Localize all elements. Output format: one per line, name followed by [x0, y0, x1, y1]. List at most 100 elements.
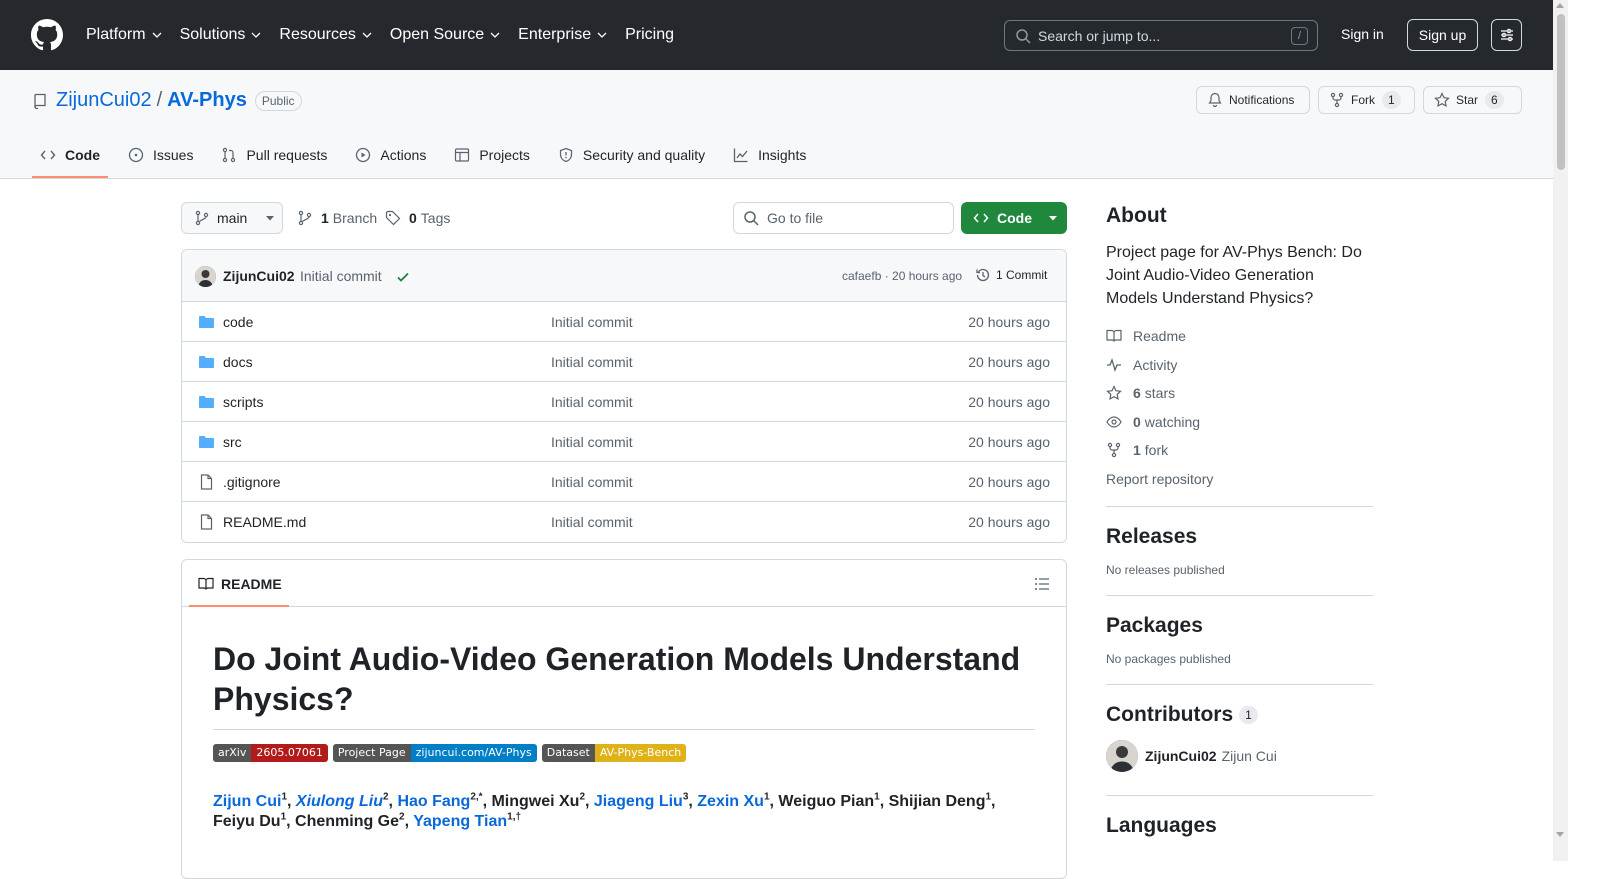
- nav-pricing[interactable]: Pricing: [625, 24, 674, 46]
- tags-link[interactable]: 0 Tags: [385, 210, 450, 226]
- releases-heading[interactable]: Releases: [1106, 525, 1373, 549]
- file-commit-message[interactable]: Initial commit: [551, 474, 633, 490]
- author-name[interactable]: Zijun Cui: [213, 793, 281, 810]
- file-commit-message[interactable]: Initial commit: [551, 314, 633, 330]
- tab-issues[interactable]: Issues: [120, 136, 201, 174]
- commit-author-link[interactable]: ZijunCui02: [223, 268, 295, 284]
- contributors-heading[interactable]: Contributors 1: [1106, 703, 1373, 727]
- nav-enterprise[interactable]: Enterprise: [518, 24, 608, 46]
- branches-link[interactable]: 1 Branch: [297, 210, 377, 226]
- sidebar-divider: [1106, 595, 1373, 596]
- report-repository-link[interactable]: Report repository: [1106, 471, 1213, 487]
- file-commit-message[interactable]: Initial commit: [551, 434, 633, 450]
- tag-icon: [385, 210, 401, 226]
- commit-hash-time[interactable]: cafaefb · 20 hours ago: [842, 269, 962, 283]
- author-name[interactable]: Zexin Xu: [697, 793, 764, 810]
- repo-owner-link[interactable]: ZijunCui02: [56, 89, 152, 112]
- fork-label: Fork: [1351, 93, 1375, 107]
- arxiv-badge[interactable]: arXiv 2605.07061: [213, 744, 328, 762]
- avatar[interactable]: [195, 266, 216, 287]
- file-name-link[interactable]: .gitignore: [223, 474, 281, 490]
- author-name[interactable]: Jiageng Liu: [594, 793, 683, 810]
- table-row[interactable]: code Initial commit 20 hours ago: [182, 302, 1066, 342]
- author-separator: ,: [688, 793, 698, 810]
- repo-name-link[interactable]: AV-Phys: [167, 89, 247, 112]
- badge-label: Project Page: [332, 744, 411, 762]
- readme-link[interactable]: Readme: [1106, 328, 1186, 344]
- file-commit-message[interactable]: Initial commit: [551, 394, 633, 410]
- packages-heading[interactable]: Packages: [1106, 614, 1373, 638]
- stars-link[interactable]: 6 stars: [1106, 385, 1175, 401]
- folder-icon: [199, 356, 214, 368]
- sign-up-button[interactable]: Sign up: [1407, 19, 1478, 51]
- fork-icon: [1330, 92, 1344, 108]
- table-row[interactable]: README.md Initial commit 20 hours ago: [182, 502, 1066, 542]
- tab-code[interactable]: Code: [32, 136, 108, 178]
- table-row[interactable]: src Initial commit 20 hours ago: [182, 422, 1066, 462]
- scroll-up-arrow-icon[interactable]: [1556, 3, 1564, 8]
- sign-in-link[interactable]: Sign in: [1341, 26, 1384, 42]
- notifications-button[interactable]: Notifications: [1196, 86, 1310, 114]
- activity-link[interactable]: Activity: [1106, 357, 1177, 373]
- branch-selector[interactable]: main: [181, 202, 283, 234]
- badge-value: AV-Phys-Bench: [594, 744, 687, 762]
- tab-projects[interactable]: Projects: [446, 136, 538, 174]
- author-separator: ,: [991, 793, 996, 810]
- tab-actions[interactable]: Actions: [347, 136, 434, 174]
- avatar[interactable]: [1106, 740, 1138, 772]
- global-search-input[interactable]: Search or jump to... /: [1004, 20, 1318, 51]
- author-separator: ,: [287, 793, 296, 810]
- list-unordered-icon[interactable]: [1034, 576, 1050, 592]
- watchers-link[interactable]: 0 watching: [1106, 414, 1200, 430]
- author-name[interactable]: Xiulong Liu: [296, 793, 383, 810]
- table-row[interactable]: .gitignore Initial commit 20 hours ago: [182, 462, 1066, 502]
- author-name: Weiguo Pian: [778, 793, 875, 810]
- contributor-login[interactable]: ZijunCui02: [1145, 748, 1217, 764]
- file-icon: [200, 514, 213, 530]
- folder-icon: [199, 396, 214, 408]
- tab-security[interactable]: Security and quality: [550, 136, 713, 174]
- go-to-file-input[interactable]: Go to file: [733, 202, 954, 234]
- check-icon[interactable]: [395, 269, 411, 285]
- commits-history-link[interactable]: 1 Commit: [975, 267, 1047, 283]
- dataset-badge[interactable]: Dataset AV-Phys-Bench: [541, 744, 687, 762]
- table-row[interactable]: docs Initial commit 20 hours ago: [182, 342, 1066, 382]
- sidebar-divider: [1106, 795, 1373, 796]
- file-commit-date: 20 hours ago: [968, 394, 1050, 410]
- author-separator: ,: [404, 813, 414, 830]
- author-name[interactable]: Hao Fang: [397, 793, 470, 810]
- file-commit-message[interactable]: Initial commit: [551, 514, 633, 530]
- forks-link[interactable]: 1 fork: [1106, 442, 1168, 458]
- commit-message-link[interactable]: Initial commit: [300, 268, 382, 284]
- fork-button[interactable]: Fork 1: [1318, 86, 1415, 114]
- file-browser: ZijunCui02 Initial commit cafaefb · 20 h…: [181, 249, 1067, 543]
- search-shortcut-key: /: [1291, 27, 1308, 45]
- nav-resources[interactable]: Resources: [279, 24, 372, 46]
- file-name-link[interactable]: code: [223, 314, 253, 330]
- nav-platform[interactable]: Platform: [86, 24, 163, 46]
- readme-title: Do Joint Audio-Video Generation Models U…: [213, 639, 1035, 730]
- command-palette-button[interactable]: [1491, 19, 1522, 51]
- project-page-badge[interactable]: Project Page zijuncui.com/AV-Phys: [332, 744, 537, 762]
- repo-path-separator: /: [156, 89, 163, 111]
- file-name-link[interactable]: README.md: [223, 514, 306, 530]
- nav-open-source[interactable]: Open Source: [390, 24, 501, 46]
- readme-tab[interactable]: README: [198, 576, 282, 592]
- nav-solutions[interactable]: Solutions: [180, 24, 263, 46]
- table-row[interactable]: scripts Initial commit 20 hours ago: [182, 382, 1066, 422]
- contributor-item[interactable]: ZijunCui02 Zijun Cui: [1106, 740, 1277, 772]
- author-name[interactable]: Yapeng Tian: [413, 813, 507, 830]
- file-commit-message[interactable]: Initial commit: [551, 354, 633, 370]
- file-name-link[interactable]: docs: [223, 354, 253, 370]
- code-dropdown-button[interactable]: Code: [961, 202, 1067, 234]
- scrollbar-thumb[interactable]: [1557, 14, 1565, 170]
- file-name-link[interactable]: scripts: [223, 394, 263, 410]
- file-name-link[interactable]: src: [223, 434, 242, 450]
- github-logo-icon[interactable]: [31, 19, 63, 51]
- folder-icon: [199, 316, 214, 328]
- scroll-down-arrow-icon[interactable]: [1556, 832, 1564, 837]
- star-button[interactable]: Star 6: [1423, 86, 1522, 114]
- tab-insights[interactable]: Insights: [725, 136, 814, 174]
- nav-label: Enterprise: [518, 26, 592, 43]
- tab-pull-requests[interactable]: Pull requests: [213, 136, 335, 174]
